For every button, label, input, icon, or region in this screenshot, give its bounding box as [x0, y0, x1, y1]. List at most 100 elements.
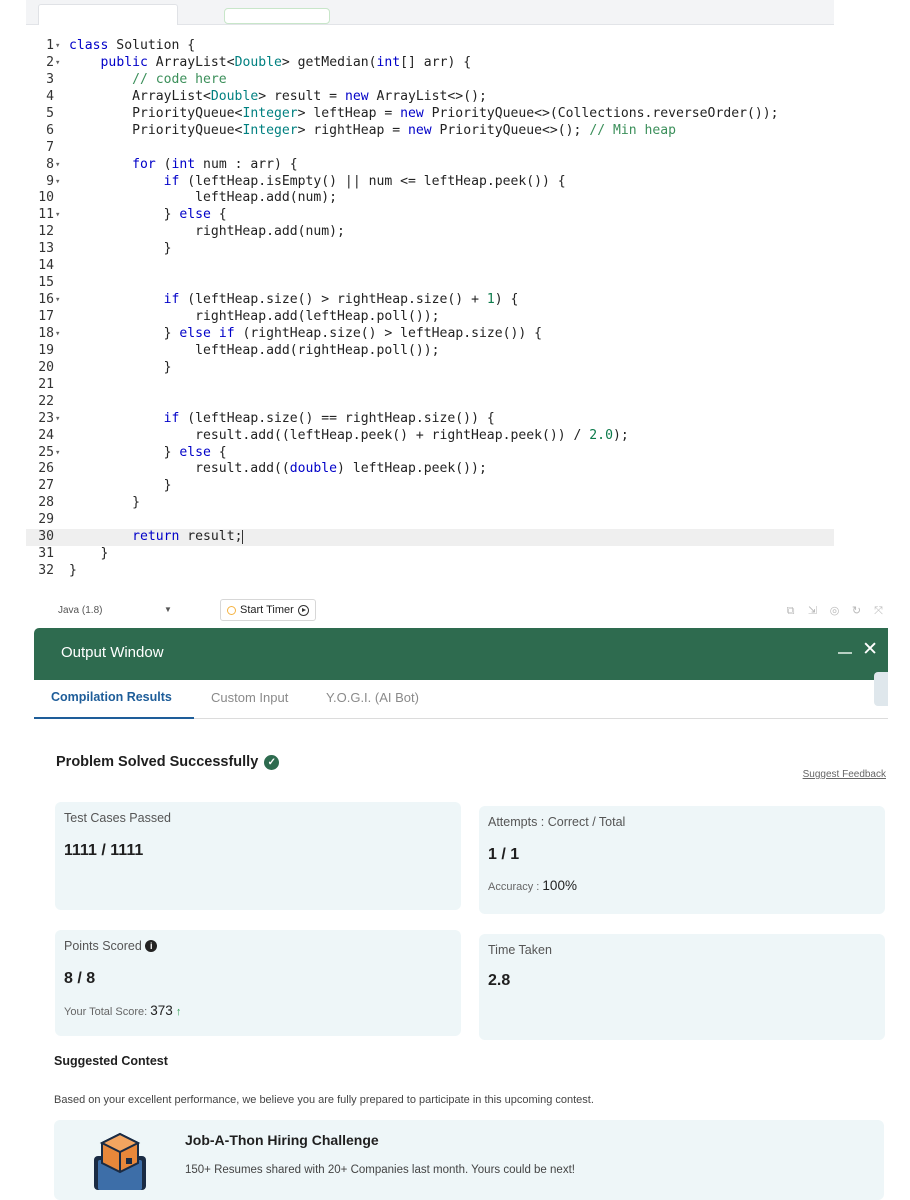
line-number: 3 — [46, 71, 54, 87]
line-code: if (leftHeap.size() == rightHeap.size())… — [163, 410, 495, 426]
info-icon[interactable]: i — [145, 940, 158, 952]
line-code: } else { — [69, 444, 227, 460]
code-line[interactable]: 30 return result; — [26, 529, 834, 547]
arrow-up-icon: ↑ — [175, 1006, 182, 1018]
code-line[interactable]: 28 } — [26, 495, 834, 512]
code-line[interactable]: 8 ▾ for (int num : arr) { — [26, 157, 834, 174]
line-number: 22 — [38, 393, 54, 409]
settings-icon[interactable]: ◎ — [829, 606, 840, 617]
line-number: 4 — [46, 88, 54, 104]
code-line[interactable]: 32} — [26, 563, 834, 580]
fullscreen-icon[interactable]: ⤧ — [873, 606, 884, 617]
start-timer-button[interactable]: Start Timer — [220, 599, 316, 621]
line-number: 26 — [38, 461, 54, 477]
line-code: } — [69, 478, 172, 494]
code-lines[interactable]: 1 ▾ class Solution {2 ▾ public ArrayList<Do… — [26, 38, 834, 580]
tab-yogi-ai-bot[interactable]: Y.O.G.I. (AI Bot) — [326, 690, 419, 705]
code-line[interactable]: 5 PriorityQueue<Integer> leftHeap = new … — [26, 106, 834, 123]
fold-arrow-icon[interactable]: ▾ — [55, 411, 63, 428]
code-line[interactable]: 19 leftHeap.add(rightHeap.poll()); — [26, 343, 834, 360]
code-line[interactable]: 21 — [26, 377, 834, 394]
fold-arrow-icon[interactable]: ▾ — [55, 207, 63, 224]
code-line[interactable]: 16 ▾ if (leftHeap.size() > rightHeap.size… — [26, 292, 834, 309]
code-line[interactable]: 10 leftHeap.add(num); — [26, 190, 834, 207]
chevron-down-icon[interactable]: ▼ — [164, 605, 172, 614]
line-number: 17 — [38, 309, 54, 324]
code-line[interactable]: 26 result.add((double) leftHeap.peek()); — [26, 461, 834, 478]
code-line[interactable]: 29 — [26, 512, 834, 529]
fold-arrow-icon[interactable]: ▾ — [55, 174, 63, 191]
code-line[interactable]: 13 } — [26, 241, 834, 258]
code-line[interactable]: 3 // code here — [26, 72, 834, 89]
code-line[interactable]: 23 ▾ if (leftHeap.size() == rightHeap.siz… — [26, 411, 834, 428]
line-number: 5 — [46, 105, 54, 121]
check-circle-icon: ✓ — [264, 754, 280, 770]
attempts-label: Attempts : Correct / Total — [488, 815, 626, 829]
fold-arrow-icon[interactable]: ▾ — [55, 55, 63, 72]
suggested-contest-heading: Suggested Contest — [54, 1054, 168, 1068]
code-line[interactable]: 1 ▾ class Solution { — [26, 38, 834, 55]
close-icon[interactable]: ✕ — [862, 640, 878, 659]
reset-icon[interactable]: ↻ — [851, 606, 862, 617]
code-line[interactable]: 4 ArrayList<Double> result = new ArrayLi… — [26, 89, 834, 106]
start-timer-label: Start Timer — [240, 604, 294, 616]
line-number: 12 — [38, 224, 54, 240]
line-number: 18 — [38, 325, 54, 341]
line-code: ArrayList<Double> result = new ArrayList… — [69, 88, 487, 104]
line-code: rightHeap.add(leftHeap.poll()); — [69, 309, 440, 324]
fold-arrow-icon[interactable]: ▾ — [55, 326, 63, 343]
line-number: 10 — [38, 190, 54, 206]
line-number: 19 — [38, 342, 54, 358]
line-code: } — [69, 563, 77, 579]
code-line[interactable]: 17 rightHeap.add(leftHeap.poll()); — [26, 309, 834, 326]
line-code: PriorityQueue<Integer> rightHeap = new P… — [69, 122, 677, 138]
suggest-feedback-link[interactable]: Suggest Feedback — [803, 769, 886, 780]
code-line[interactable]: 18 ▾ } else if (rightHeap.size() > leftHe… — [26, 326, 834, 343]
line-number: 25 — [38, 444, 54, 460]
code-line[interactable]: 11 ▾ } else { — [26, 207, 834, 224]
copy-icon[interactable]: ⧉ — [785, 606, 796, 617]
code-editor[interactable]: 1 ▾ class Solution {2 ▾ public ArrayList<Do… — [26, 0, 834, 594]
fold-arrow-icon[interactable]: ▾ — [55, 157, 63, 174]
export-icon[interactable]: ⇲ — [807, 606, 818, 617]
fold-arrow-icon[interactable]: ▾ — [55, 38, 63, 55]
code-line[interactable]: 15 — [26, 275, 834, 292]
code-line[interactable]: 20 } — [26, 360, 834, 377]
code-line[interactable]: 24 result.add((leftHeap.peek() + rightHe… — [26, 428, 834, 445]
contest-card[interactable]: Job-A-Thon Hiring Challenge 150+ Resumes… — [54, 1120, 884, 1200]
test-cases-card: Test Cases Passed 1111 / 1111 — [55, 802, 461, 910]
clock-icon — [227, 605, 236, 615]
line-number: 31 — [38, 546, 54, 562]
tab-compilation-results[interactable]: Compilation Results — [51, 690, 172, 704]
tab-custom-input[interactable]: Custom Input — [211, 690, 288, 705]
line-number: 15 — [38, 275, 54, 291]
code-line[interactable]: 22 — [26, 394, 834, 411]
time-taken-value: 2.8 — [488, 972, 511, 989]
line-code: PriorityQueue<Integer> leftHeap = new Pr… — [69, 105, 779, 121]
total-score-label: Your Total Score: — [64, 1006, 148, 1018]
code-line[interactable]: 7 — [26, 140, 834, 157]
fold-arrow-icon[interactable]: ▾ — [55, 445, 63, 462]
line-number: 29 — [38, 512, 54, 528]
code-line[interactable]: 9 ▾ if (leftHeap.isEmpty() || num <= left… — [26, 174, 834, 191]
editor-file-tab[interactable] — [38, 4, 178, 25]
total-score-row: Your Total Score: 373 ↑ — [64, 1003, 181, 1018]
line-number: 16 — [38, 292, 54, 308]
language-select[interactable]: Java (1.8) — [58, 605, 102, 616]
code-line[interactable]: 27 } — [26, 478, 834, 495]
points-value: 8 / 8 — [64, 970, 96, 987]
code-line[interactable]: 31 } — [26, 546, 834, 563]
code-line[interactable]: 12 rightHeap.add(num); — [26, 224, 834, 241]
minimize-icon[interactable] — [838, 652, 852, 654]
code-line[interactable]: 25 ▾ } else { — [26, 445, 834, 462]
contest-name[interactable]: Job-A-Thon Hiring Challenge — [185, 1132, 379, 1148]
line-code: if (leftHeap.size() > rightHeap.size() +… — [163, 292, 519, 308]
fold-arrow-icon[interactable]: ▾ — [55, 292, 63, 309]
line-number: 30 — [38, 529, 54, 545]
result-status-text: Problem Solved Successfully — [56, 754, 259, 770]
accuracy-value: 100% — [542, 878, 577, 893]
code-line[interactable]: 6 PriorityQueue<Integer> rightHeap = new… — [26, 123, 834, 140]
code-line[interactable]: 2 ▾ public ArrayList<Double> getMedian(in… — [26, 55, 834, 72]
code-line[interactable]: 14 — [26, 258, 834, 275]
editor-timer-tab[interactable] — [224, 8, 330, 24]
